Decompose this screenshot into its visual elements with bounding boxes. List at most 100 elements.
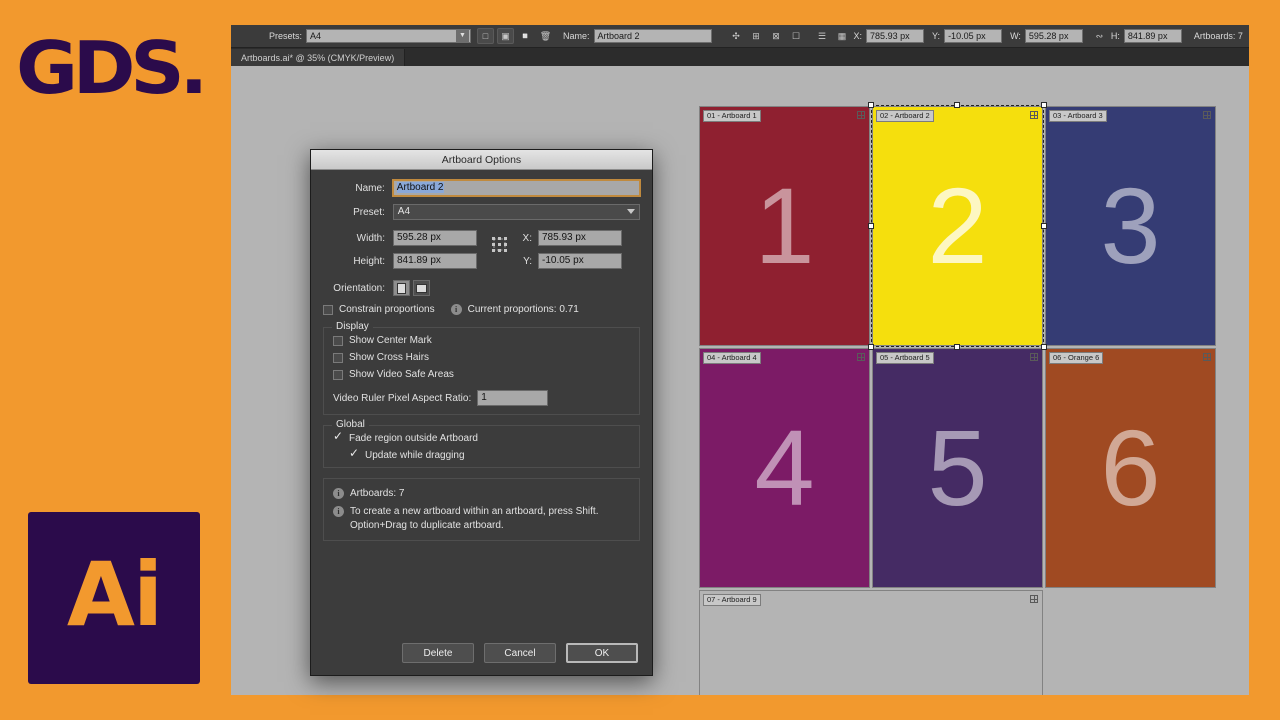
dialog-button-bar: Delete Cancel OK: [311, 631, 652, 675]
artboard-control-bar: Presets: A4 ▼ □ ▣ ◽ 🗑 Name: Artboard 2 ✣…: [231, 25, 1249, 48]
dialog-preset-label: Preset:: [353, 206, 385, 218]
artboard-options-dialog: Artboard Options Name: Artboard 2 Preset…: [310, 149, 653, 676]
show-center-mark-row: Show Center Mark: [333, 335, 630, 346]
hint-row: i To create a new artboard within an art…: [333, 505, 630, 533]
constrain-proportions-icon[interactable]: ∾: [1091, 28, 1108, 44]
gds-logo: GDS.: [16, 26, 208, 110]
x-input[interactable]: 785.93 px: [866, 29, 925, 43]
selection-handle-bl[interactable]: [868, 344, 874, 350]
artboard-4-corner-icon: [857, 353, 865, 361]
artboard-5-label: 05 - Artboard 5: [876, 352, 934, 364]
update-while-dragging-checkbox[interactable]: [349, 447, 359, 461]
w-input[interactable]: 595.28 px: [1024, 29, 1083, 43]
presets-dropdown[interactable]: A4 ▼: [306, 29, 472, 43]
show-cross-hairs-checkbox[interactable]: [333, 352, 343, 363]
artboard-3-label: 03 - Artboard 3: [1049, 110, 1107, 122]
artboard-1[interactable]: 1 01 - Artboard 1: [700, 107, 869, 345]
artboard-2-corner-icon: [1030, 111, 1038, 119]
y-label: Y:: [932, 31, 941, 41]
name-label: Name:: [563, 31, 590, 41]
duplicate-artboard-icon[interactable]: ◽: [517, 28, 534, 44]
selection-handle-bc[interactable]: [954, 344, 960, 350]
chevron-down-icon: [627, 209, 635, 214]
show-cross-hairs-label: Show Cross Hairs: [349, 352, 430, 363]
artboard-4[interactable]: 4 04 - Artboard 4: [700, 349, 869, 587]
illustrator-app-icon-label: Ai: [66, 543, 163, 646]
artboard-reset-icon[interactable]: ☐: [788, 28, 805, 44]
display-group-title: Display: [332, 321, 373, 332]
landscape-icon[interactable]: [413, 280, 430, 296]
selection-handle-tl[interactable]: [868, 102, 874, 108]
artboard-options-icon[interactable]: ▣: [497, 28, 515, 44]
selection-handle-tc[interactable]: [954, 102, 960, 108]
artboard-7[interactable]: 07 - Artboard 9: [700, 591, 1042, 695]
artboard-6-number: 6: [1100, 407, 1161, 528]
move-copy-artwork-icon[interactable]: ✣: [728, 28, 745, 44]
reference-point-icon[interactable]: [491, 236, 508, 256]
new-artboard-icon[interactable]: □: [477, 28, 495, 44]
constrain-proportions-checkbox[interactable]: [323, 304, 333, 315]
selection-handle-mr[interactable]: [1041, 223, 1047, 229]
constrain-proportions-label: Constrain proportions: [339, 304, 435, 315]
artboard-1-number: 1: [754, 165, 815, 286]
dialog-x-input[interactable]: 785.93 px: [538, 230, 622, 246]
dialog-title: Artboard Options: [441, 153, 522, 166]
ok-button[interactable]: OK: [566, 643, 638, 663]
artboard-7-corner-icon: [1030, 595, 1038, 603]
h-input[interactable]: 841.89 px: [1123, 29, 1182, 43]
dialog-width-label: Width:: [356, 232, 385, 244]
artboard-3[interactable]: 3 03 - Artboard 3: [1046, 107, 1215, 345]
portrait-icon[interactable]: [393, 280, 410, 296]
artboard-1-label: 01 - Artboard 1: [703, 110, 761, 122]
show-center-mark-checkbox[interactable]: [333, 335, 343, 346]
h-label: H:: [1110, 31, 1120, 41]
branding-panel: GDS. Ai: [0, 0, 231, 720]
dialog-preset-select[interactable]: A4: [392, 204, 640, 220]
dialog-x-label: X:: [522, 232, 532, 244]
height-row: Height: 841.89 px: [323, 253, 477, 269]
artboard-4-label: 04 - Artboard 4: [703, 352, 761, 364]
y-input[interactable]: -10.05 px: [944, 29, 1003, 43]
artboard-list-icon[interactable]: ☰: [814, 28, 831, 44]
global-group: Global Fade region outside Artboard Upda…: [323, 419, 640, 468]
x-label: X:: [853, 31, 863, 41]
video-ruler-ratio-row: Video Ruler Pixel Aspect Ratio: 1: [333, 390, 630, 406]
hint-line-2: Option+Drag to duplicate artboard.: [350, 520, 504, 531]
artboards-count-text: Artboards: 7: [350, 488, 405, 499]
dialog-name-input[interactable]: Artboard 2: [391, 179, 642, 197]
document-tab[interactable]: Artboards.ai* @ 35% (CMYK/Preview): [231, 49, 406, 67]
chevron-down-icon: ▼: [456, 30, 470, 42]
presets-dropdown-value: A4: [310, 31, 322, 41]
dialog-width-input[interactable]: 595.28 px: [393, 230, 477, 246]
artboard-delete-icon[interactable]: ⊠: [768, 28, 785, 44]
dialog-height-input[interactable]: 841.89 px: [393, 253, 477, 269]
show-center-mark-label: Show Center Mark: [349, 335, 432, 346]
artboard-2[interactable]: 2 02 - Artboard 2: [873, 107, 1042, 345]
selection-handle-tr[interactable]: [1041, 102, 1047, 108]
artboard-add-icon[interactable]: ⊞: [748, 28, 765, 44]
dialog-y-label: Y:: [523, 255, 532, 267]
delete-button[interactable]: Delete: [402, 643, 474, 663]
artboard-name-input[interactable]: Artboard 2: [593, 29, 712, 43]
video-ruler-ratio-input[interactable]: 1: [477, 390, 549, 406]
document-tab-title: Artboards.ai* @ 35% (CMYK/Preview): [241, 53, 395, 63]
artboard-5-number: 5: [927, 407, 988, 528]
selection-handle-br[interactable]: [1041, 344, 1047, 350]
cancel-button[interactable]: Cancel: [484, 643, 556, 663]
constrain-proportions-row: Constrain proportions i Current proporti…: [323, 304, 640, 315]
selection-handle-ml[interactable]: [868, 223, 874, 229]
video-ruler-ratio-label: Video Ruler Pixel Aspect Ratio:: [333, 392, 472, 404]
artboard-2-number: 2: [927, 165, 988, 286]
reference-point-icon[interactable]: ▦: [834, 28, 851, 44]
dialog-titlebar[interactable]: Artboard Options: [311, 150, 652, 174]
artboard-6[interactable]: 6 06 - Orange 6: [1046, 349, 1215, 587]
width-row: Width: 595.28 px: [323, 230, 477, 246]
dialog-y-input[interactable]: -10.05 px: [538, 253, 622, 269]
artboard-5[interactable]: 5 05 - Artboard 5: [873, 349, 1042, 587]
show-cross-hairs-row: Show Cross Hairs: [333, 352, 630, 363]
artboard-6-corner-icon: [1203, 353, 1211, 361]
show-video-safe-areas-checkbox[interactable]: [333, 369, 343, 380]
trash-icon[interactable]: 🗑: [537, 28, 554, 44]
x-row: X: 785.93 px: [518, 230, 622, 246]
fade-region-checkbox[interactable]: [333, 430, 343, 444]
